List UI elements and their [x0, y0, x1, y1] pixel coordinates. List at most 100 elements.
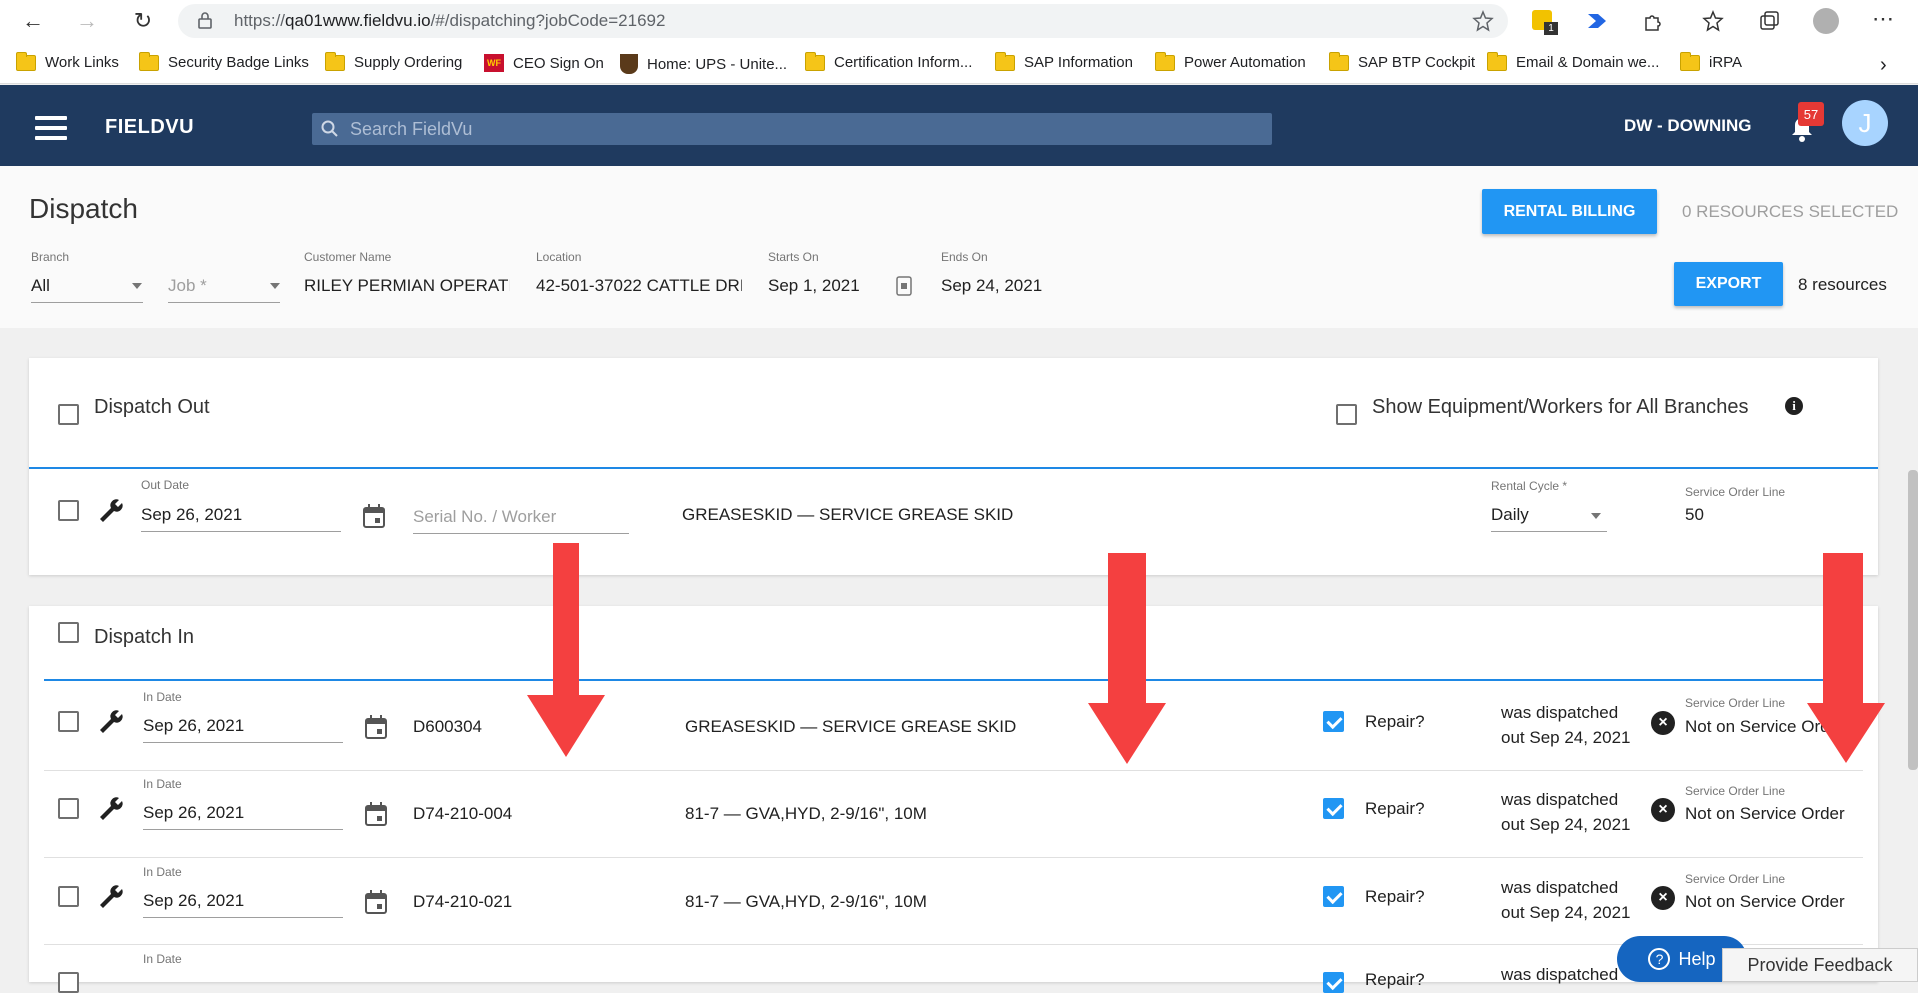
- power-automate-icon[interactable]: [1586, 10, 1608, 32]
- repair-checkbox[interactable]: [1323, 798, 1344, 819]
- date-range-icon[interactable]: [896, 276, 912, 296]
- collections-icon[interactable]: [1758, 10, 1780, 32]
- refresh-icon[interactable]: ↻: [130, 8, 156, 34]
- bookmark-ups[interactable]: Home: UPS - Unite...: [620, 54, 787, 74]
- bookmark-supply-ordering[interactable]: Supply Ordering: [325, 51, 463, 71]
- folder-icon: [1680, 51, 1700, 71]
- job-select[interactable]: Job *: [168, 276, 207, 296]
- bookmark-irpa[interactable]: iRPA: [1680, 51, 1743, 71]
- in-row-checkbox[interactable]: [58, 711, 79, 732]
- brand-title[interactable]: FIELDVU: [105, 116, 194, 139]
- url-path: /#/dispatching?jobCode=21692: [430, 11, 666, 30]
- in-row-checkbox[interactable]: [58, 798, 79, 819]
- repair-label: Repair?: [1365, 799, 1425, 818]
- url-domain: qa01www.fieldvu.io: [285, 11, 431, 30]
- bookmark-email-domain[interactable]: Email & Domain we...: [1487, 51, 1659, 71]
- calendar-icon[interactable]: [364, 801, 388, 827]
- out-row-checkbox[interactable]: [58, 500, 79, 521]
- ends-on-field[interactable]: Sep 24, 2021: [941, 276, 1042, 296]
- extensions-puzzle-icon[interactable]: [1642, 10, 1664, 32]
- bookmark-label: Supply Ordering: [354, 54, 463, 71]
- bookmark-label: SAP BTP Cockpit: [1358, 54, 1475, 71]
- dispatch-status-line1: was dispatched: [1501, 790, 1619, 809]
- in-sol-value[interactable]: Not on Service Order: [1685, 892, 1845, 912]
- bookmarks-bar: Work Links Security Badge Links Supply O…: [0, 42, 1918, 84]
- in-date-label: In Date: [143, 952, 182, 966]
- rental-cycle-select[interactable]: Daily: [1491, 505, 1529, 525]
- favorites-icon[interactable]: [1702, 10, 1724, 32]
- dispatch-in-checkbox[interactable]: [58, 622, 79, 643]
- page-scrollbar[interactable]: [1908, 470, 1918, 770]
- in-row-checkbox[interactable]: [58, 972, 79, 993]
- show-all-branches-checkbox[interactable]: [1336, 404, 1357, 425]
- bookmark-ceo-sign-on[interactable]: WF CEO Sign On: [484, 54, 604, 72]
- branch-dropdown-caret-icon[interactable]: [132, 283, 142, 289]
- provide-feedback-button[interactable]: Provide Feedback: [1722, 948, 1918, 982]
- calendar-icon[interactable]: [362, 503, 386, 529]
- starts-on-field[interactable]: Sep 1, 2021: [768, 276, 860, 296]
- repair-checkbox[interactable]: [1323, 886, 1344, 907]
- serial-worker-input[interactable]: Serial No. / Worker: [413, 507, 556, 527]
- dispatch-status-line2: out Sep 24, 2021: [1501, 903, 1631, 922]
- in-row-checkbox[interactable]: [58, 886, 79, 907]
- more-options-icon[interactable]: ⋯: [1870, 6, 1896, 32]
- calendar-icon[interactable]: [364, 889, 388, 915]
- branch-user-label[interactable]: DW - DOWNING: [1624, 116, 1751, 136]
- wrench-icon: [100, 797, 123, 820]
- serial-number: D74-210-004: [413, 804, 513, 823]
- calendar-icon[interactable]: [364, 714, 388, 740]
- profile-icon[interactable]: [1813, 8, 1839, 34]
- remove-circle-icon[interactable]: ×: [1651, 711, 1675, 735]
- bookmarks-overflow-chevron-icon[interactable]: ›: [1880, 54, 1887, 77]
- serial-number: D74-210-021: [413, 892, 513, 911]
- bookmark-label: iRPA: [1709, 54, 1743, 71]
- search-input[interactable]: [348, 113, 1248, 145]
- user-avatar[interactable]: J: [1842, 100, 1888, 146]
- out-sol-value[interactable]: 50: [1685, 505, 1704, 525]
- ups-logo-icon: [620, 54, 638, 74]
- bookmark-security-badge-links[interactable]: Security Badge Links: [139, 51, 309, 71]
- repair-label: Repair?: [1365, 887, 1425, 906]
- dispatch-out-title: Dispatch Out: [94, 396, 210, 418]
- remove-circle-icon[interactable]: ×: [1651, 798, 1675, 822]
- back-arrow-icon[interactable]: ←: [20, 8, 46, 34]
- dispatch-in-title: Dispatch In: [94, 626, 195, 648]
- bookmark-certification[interactable]: Certification Inform...: [805, 51, 972, 71]
- forward-arrow-icon[interactable]: →: [74, 8, 100, 34]
- bookmark-sap-information[interactable]: SAP Information: [995, 51, 1133, 71]
- location-field[interactable]: 42-501-37022 CATTLE DRI: [536, 276, 742, 296]
- out-date-field[interactable]: Sep 26, 2021: [141, 505, 242, 525]
- repair-checkbox[interactable]: [1323, 972, 1344, 993]
- info-icon[interactable]: i: [1785, 397, 1803, 415]
- in-date-field[interactable]: Sep 26, 2021: [143, 803, 244, 823]
- bookmark-sap-btp-cockpit[interactable]: SAP BTP Cockpit: [1329, 51, 1475, 71]
- rental-billing-button[interactable]: RENTAL BILLING: [1482, 189, 1657, 234]
- branch-label: Branch: [31, 250, 70, 264]
- customer-name-field[interactable]: RILEY PERMIAN OPERATIN: [304, 276, 510, 296]
- remove-circle-icon[interactable]: ×: [1651, 886, 1675, 910]
- ends-on-label: Ends On: [941, 250, 988, 264]
- search-box[interactable]: [312, 113, 1272, 145]
- branch-select[interactable]: All: [31, 276, 50, 296]
- url-text[interactable]: https://qa01www.fieldvu.io/#/dispatching…: [234, 11, 665, 31]
- wrench-icon: [100, 499, 123, 522]
- in-sol-value[interactable]: Not on Service Order: [1685, 804, 1845, 824]
- dispatch-out-divider: [29, 467, 1878, 469]
- in-date-field[interactable]: Sep 26, 2021: [143, 891, 244, 911]
- bookmark-power-automation[interactable]: Power Automation: [1155, 51, 1306, 71]
- folder-icon: [1329, 51, 1349, 71]
- rental-cycle-label: Rental Cycle *: [1491, 479, 1568, 493]
- rental-cycle-caret-icon[interactable]: [1591, 513, 1601, 519]
- browser-toolbar: ← → ↻ https://qa01www.fieldvu.io/#/dispa…: [0, 0, 1918, 42]
- dispatch-out-checkbox[interactable]: [58, 404, 79, 425]
- export-button[interactable]: EXPORT: [1674, 262, 1783, 306]
- hamburger-menu-icon[interactable]: [35, 116, 67, 140]
- in-date-field[interactable]: Sep 26, 2021: [143, 716, 244, 736]
- add-favorite-icon[interactable]: [1472, 10, 1494, 32]
- in-date-label: In Date: [143, 690, 182, 704]
- in-sol-label: Service Order Line: [1685, 872, 1786, 886]
- repair-checkbox[interactable]: [1323, 711, 1344, 732]
- folder-icon: [1487, 51, 1507, 71]
- job-dropdown-caret-icon[interactable]: [270, 283, 280, 289]
- bookmark-work-links[interactable]: Work Links: [16, 51, 119, 71]
